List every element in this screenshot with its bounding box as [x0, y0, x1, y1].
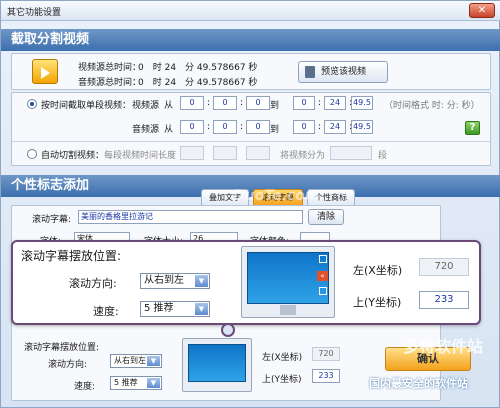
popup-x-label: 左(X坐标)	[353, 264, 403, 277]
magnifier-handle	[221, 323, 235, 337]
video-file-icon	[32, 59, 58, 84]
popup-position-monitor: «	[241, 246, 335, 318]
watermark-brand: 多特软件站	[403, 337, 484, 356]
split-into-label: 将视频分为	[280, 151, 326, 161]
watermark-slogan: 国内最安全的软件站	[369, 377, 468, 390]
preview-video-button[interactable]: 预览该视频	[298, 61, 388, 83]
radio-timed-cut[interactable]	[27, 99, 37, 109]
video-to-hour[interactable]: 0	[293, 96, 315, 110]
y-coordinate-input[interactable]: 233	[312, 369, 340, 383]
video-from-minute[interactable]: 0	[213, 96, 237, 110]
popup-direction-value: 从右到左	[144, 275, 184, 286]
speed-select[interactable]: 5 推荐 ▼	[110, 376, 162, 390]
popup-speed-select[interactable]: 5 推荐 ▼	[140, 301, 210, 317]
close-button[interactable]: ✕	[469, 3, 495, 18]
position-marker-bottom[interactable]	[319, 287, 327, 295]
audio-from-minute[interactable]: 0	[213, 120, 237, 134]
double-chevron-left-icon[interactable]: «	[317, 271, 328, 281]
direction-select-value: 从右到左	[114, 356, 146, 365]
colon: :	[318, 122, 322, 132]
monitor-screen	[188, 344, 246, 382]
video-total-value: 0 时 24 分 49.578667 秒	[138, 63, 258, 73]
popup-x-input[interactable]: 720	[419, 258, 469, 276]
audio-to-minute[interactable]: 24	[324, 120, 346, 134]
segment-minute-input[interactable]	[213, 146, 237, 160]
audio-to-hour[interactable]: 0	[293, 120, 315, 134]
segment-hour-input[interactable]	[180, 146, 204, 160]
colon: :	[207, 98, 211, 108]
audio-source-label: 音频源	[132, 125, 160, 135]
x-coordinate-input[interactable]: 720	[312, 347, 340, 361]
settings-window: 其它功能设置 ✕ 截取分割视频 视频源总时间： 0 时 24 分 49.5786…	[0, 0, 500, 408]
chevron-down-icon: ▼	[147, 356, 160, 366]
chevron-down-icon: ▼	[195, 275, 208, 287]
title-bar: 其它功能设置 ✕	[1, 1, 500, 21]
audio-to-second[interactable]: 49.5	[351, 120, 373, 134]
popup-y-input[interactable]: 233	[419, 291, 469, 309]
video-to-minute[interactable]: 24	[324, 96, 346, 110]
y-coordinate-label: 上(Y坐标)	[262, 375, 302, 385]
video-to-label: 到	[270, 101, 280, 111]
chevron-down-icon: ▼	[195, 303, 208, 315]
scroll-text-label: 滚动字幕:	[32, 215, 72, 225]
magnified-placement-popup: 滚动字幕摆放位置: 滚动方向: 从右到左 ▼ 速度: 5 推荐 ▼ « 左(X坐…	[11, 240, 481, 325]
monitor-stand	[280, 305, 296, 315]
audio-total-label: 音频源总时间：	[78, 78, 142, 88]
audio-from-hour[interactable]: 0	[180, 120, 204, 134]
watermark-url: DuoTe.com	[233, 188, 320, 204]
position-preview-monitor	[182, 338, 252, 392]
radio-auto-cut[interactable]	[27, 149, 37, 159]
cut-options-panel: 按时间截取单段视频： 视频源 从 0 : 0 : 0 到 0 : 24 : 49…	[11, 92, 491, 166]
x-coordinate-label: 左(X坐标)	[262, 353, 303, 363]
window-title: 其它功能设置	[7, 8, 62, 18]
video-source-label: 视频源	[132, 101, 160, 111]
video-from-second[interactable]: 0	[246, 96, 270, 110]
segment-unit-label: 段	[378, 151, 388, 161]
audio-to-label: 到	[270, 125, 280, 135]
colon: :	[207, 122, 211, 132]
speed-label: 速度:	[74, 382, 96, 392]
clear-button[interactable]: 清除	[308, 209, 344, 225]
video-to-second[interactable]: 49.5	[351, 96, 373, 110]
radio-timed-cut-label: 按时间截取单段视频：	[41, 101, 132, 111]
audio-from-label: 从	[164, 125, 174, 135]
position-marker-top[interactable]	[319, 255, 327, 263]
popup-direction-label: 滚动方向:	[69, 277, 117, 290]
segment-count-input[interactable]	[330, 146, 372, 160]
popup-speed-label: 速度:	[93, 305, 119, 318]
film-icon	[305, 66, 315, 78]
chevron-down-icon: ▼	[147, 378, 160, 388]
scroll-text-input[interactable]: 美丽的香格里拉游记	[78, 210, 303, 224]
radio-auto-cut-label: 自动切割视频：	[41, 151, 105, 161]
placement-label: 滚动字幕摆放位置:	[24, 343, 100, 353]
direction-select[interactable]: 从右到左 ▼	[110, 354, 162, 368]
section-header-cut-video: 截取分割视频	[1, 29, 500, 51]
speed-select-value: 5 推荐	[114, 378, 138, 387]
colon: :	[318, 98, 322, 108]
audio-from-second[interactable]: 0	[246, 120, 270, 134]
help-icon[interactable]: ?	[465, 121, 480, 135]
segment-length-label: 每段视频时间长度	[104, 151, 177, 161]
popup-speed-value: 5 推荐	[144, 303, 174, 314]
audio-total-value: 0 时 24 分 49.578667 秒	[138, 78, 258, 88]
popup-direction-select[interactable]: 从右到左 ▼	[140, 273, 210, 289]
video-from-label: 从	[164, 101, 174, 111]
popup-y-label: 上(Y坐标)	[353, 296, 402, 309]
video-total-label: 视频源总时间：	[78, 63, 142, 73]
video-info-panel: 视频源总时间： 0 时 24 分 49.578667 秒 音频源总时间： 0 时…	[11, 53, 491, 90]
video-from-hour[interactable]: 0	[180, 96, 204, 110]
preview-video-label: 预览该视频	[321, 67, 367, 77]
segment-second-input[interactable]	[246, 146, 270, 160]
time-format-hint: （时间格式 时: 分: 秒）	[384, 101, 480, 111]
colon: :	[240, 98, 244, 108]
direction-label: 滚动方向:	[48, 360, 88, 370]
colon: :	[240, 122, 244, 132]
popup-placement-label: 滚动字幕摆放位置:	[21, 249, 122, 263]
